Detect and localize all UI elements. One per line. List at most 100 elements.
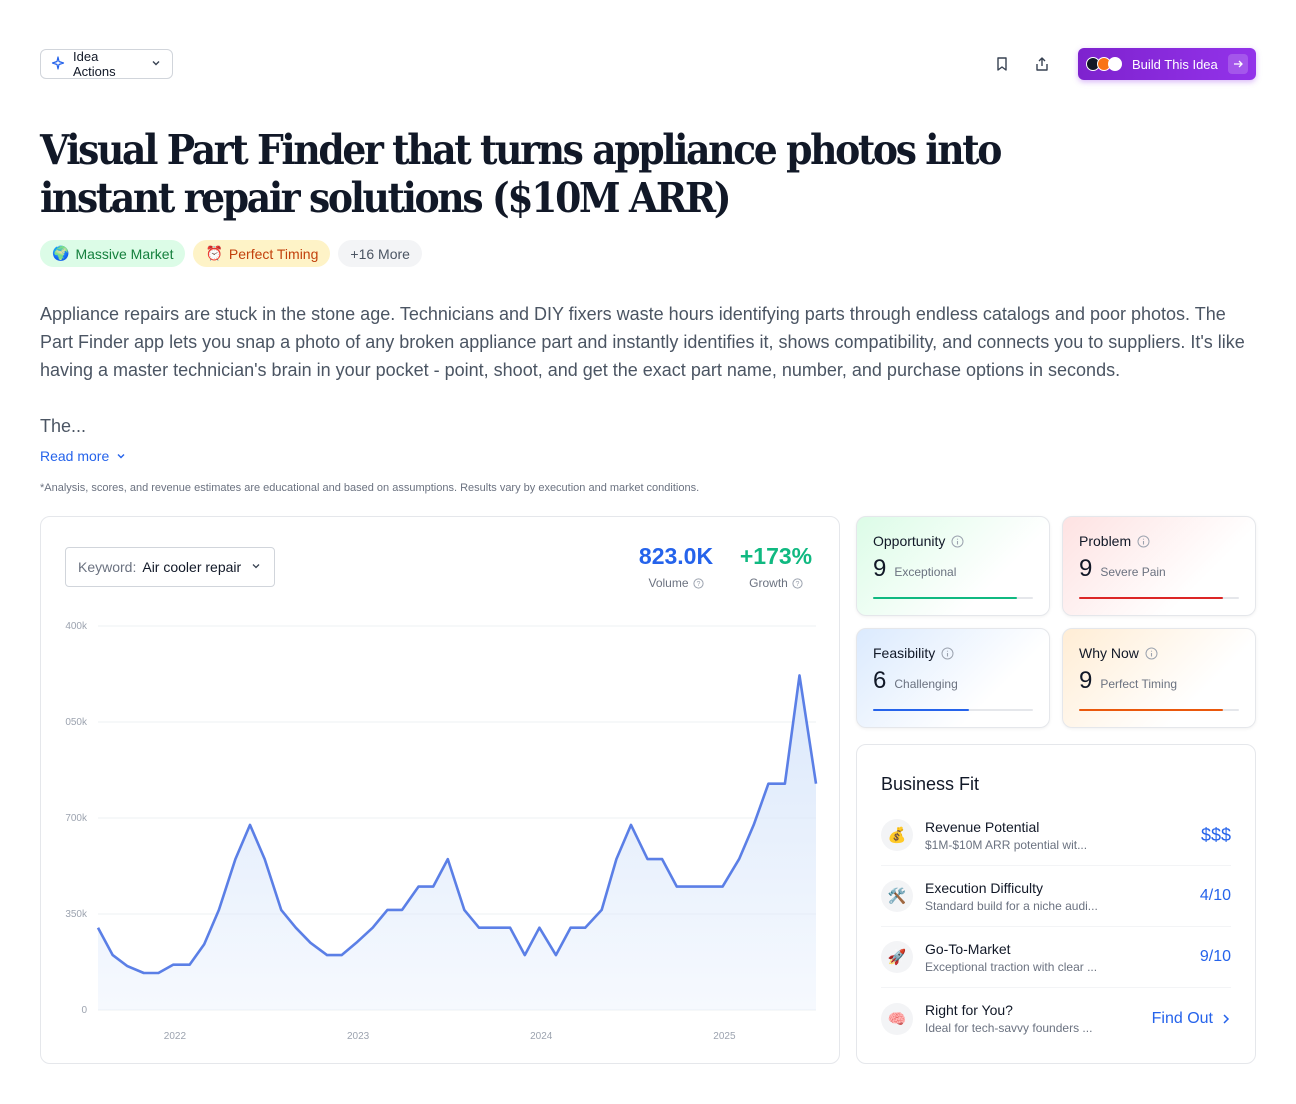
share-button[interactable]: [1030, 52, 1054, 76]
info-icon: [1145, 647, 1158, 659]
tag-label: +16 More: [350, 245, 410, 262]
tag-massive-market[interactable]: 🌍 Massive Market: [40, 240, 186, 267]
score-bar: [1079, 597, 1239, 599]
trend-chart: 0 350k 700k 050k 400k 2022 2023 2024 2025: [65, 621, 818, 1042]
tool-logos: [1086, 57, 1122, 71]
growth-stat: +173% Growth ?: [735, 543, 817, 590]
brain-icon: 🧠: [881, 1002, 913, 1035]
score-bar-fill: [1079, 709, 1223, 711]
row-subtitle: Ideal for tech-savvy founders ...: [925, 1021, 1093, 1035]
find-out-label: Find Out: [1151, 1009, 1213, 1027]
x-tick-label: 2022: [164, 1031, 187, 1042]
feasibility-score-card[interactable]: Feasibility 6 Challenging: [856, 628, 1050, 728]
svg-text:?: ?: [795, 581, 799, 588]
chevron-right-icon: [1223, 1013, 1230, 1024]
score-label: Opportunity: [873, 533, 946, 549]
y-tick-label: 350k: [65, 909, 88, 920]
chevron-down-icon: [117, 454, 125, 459]
row-subtitle: Exceptional traction with clear ...: [925, 959, 1098, 974]
row-title: Go-To-Market: [925, 940, 1011, 957]
chevron-down-icon: [250, 559, 262, 575]
arrow-right-icon: [1228, 54, 1248, 74]
keyword-value: Air cooler repair: [142, 559, 242, 575]
sparkle-icon: [51, 55, 65, 73]
globe-icon: 🌍: [52, 245, 70, 261]
row-value: 4/10: [1199, 887, 1231, 904]
tag-perfect-timing[interactable]: ⏰ Perfect Timing: [193, 240, 331, 267]
business-fit-row-execution[interactable]: 🛠️ Execution Difficulty Standard build f…: [881, 866, 1231, 927]
score-value: 9: [1079, 555, 1093, 582]
row-subtitle: $1M-$10M ARR potential wit...: [925, 837, 1088, 852]
x-tick-label: 2024: [530, 1031, 553, 1042]
business-fit-row-gtm[interactable]: 🚀 Go-To-Market Exceptional traction with…: [881, 927, 1231, 988]
growth-label: Growth: [749, 576, 788, 590]
tag-more[interactable]: +16 More: [338, 240, 422, 267]
row-title: Revenue Potential: [925, 818, 1040, 835]
description-paragraph: The...: [40, 416, 87, 436]
score-bar: [873, 597, 1033, 599]
build-label: Build This Idea: [1132, 56, 1218, 72]
x-tick-label: 2023: [347, 1031, 370, 1042]
rocket-icon: 🚀: [881, 941, 913, 973]
y-tick-label: 0: [81, 1005, 87, 1016]
row-title: Execution Difficulty: [925, 879, 1044, 896]
alarm-clock-icon: ⏰: [205, 245, 223, 261]
score-value: 9: [873, 555, 887, 582]
idea-actions-dropdown[interactable]: Idea Actions: [40, 49, 173, 79]
read-more-label: Read more: [40, 448, 110, 464]
logo-icon: [1108, 57, 1122, 71]
score-desc: Severe Pain: [1100, 565, 1166, 579]
info-icon: [1137, 535, 1150, 547]
volume-value: 823.0K: [638, 543, 714, 569]
score-bar-fill: [873, 597, 1017, 599]
y-tick-label: 400k: [65, 621, 88, 632]
y-tick-label: 050k: [65, 717, 88, 728]
disclaimer: *Analysis, scores, and revenue estimates…: [40, 482, 700, 494]
money-bag-icon: 💰: [881, 819, 913, 851]
series-area: [98, 675, 816, 1010]
score-desc: Exceptional: [894, 565, 957, 579]
keyword-select[interactable]: Keyword: Air cooler repair: [65, 547, 275, 587]
find-out-link[interactable]: Find Out: [1152, 1010, 1231, 1028]
volume-label: Volume: [648, 576, 689, 590]
idea-title: Visual Part Finder that turns appliance …: [40, 126, 1002, 222]
opportunity-score-card[interactable]: Opportunity 9 Exceptional: [856, 516, 1050, 616]
help-icon: ?: [692, 577, 704, 589]
business-fit-row-revenue[interactable]: 💰 Revenue Potential $1M-$10M ARR potenti…: [881, 805, 1231, 866]
row-value: 9/10: [1199, 948, 1231, 965]
share-icon: [1036, 57, 1048, 71]
score-bar-fill: [873, 709, 969, 711]
score-bar-fill: [1079, 597, 1223, 599]
tools-icon: 🛠️: [881, 880, 913, 912]
tag-label: Perfect Timing: [228, 245, 319, 262]
row-title: Right for You?: [925, 1002, 1013, 1018]
bookmark-button[interactable]: [990, 52, 1014, 76]
score-label: Problem: [1079, 533, 1132, 549]
chevron-down-icon: [150, 57, 162, 72]
score-value: 6: [873, 667, 887, 694]
svg-text:?: ?: [696, 581, 700, 588]
score-desc: Challenging: [894, 677, 958, 691]
growth-value: +173%: [739, 543, 813, 569]
score-value: 9: [1079, 667, 1093, 694]
row-subtitle: Standard build for a niche audi...: [925, 898, 1098, 913]
row-value: $$$: [1200, 824, 1231, 845]
tag-list: 🌍 Massive Market ⏰ Perfect Timing +16 Mo…: [40, 240, 422, 267]
why-now-score-card[interactable]: Why Now 9 Perfect Timing: [1062, 628, 1256, 728]
business-fit-card: Business Fit 💰 Revenue Potential $1M-$10…: [856, 744, 1256, 1064]
description-paragraph: Appliance repairs are stuck in the stone…: [40, 304, 1245, 380]
build-this-idea-button[interactable]: Build This Idea: [1078, 48, 1256, 80]
score-bar: [1079, 709, 1239, 711]
score-bar: [873, 709, 1033, 711]
help-icon: ?: [792, 577, 803, 589]
read-more-link[interactable]: Read more: [40, 448, 127, 464]
keyword-label: Keyword:: [78, 559, 137, 575]
bookmark-icon: [997, 57, 1007, 71]
business-fit-row-right-for-you[interactable]: 🧠 Right for You? Ideal for tech-savvy fo…: [881, 988, 1231, 1049]
business-fit-title: Business Fit: [881, 774, 980, 794]
info-icon: [951, 535, 964, 547]
info-icon: [941, 647, 954, 659]
idea-actions-label: Idea Actions: [73, 49, 116, 79]
top-bar: Idea Actions Build This Idea: [40, 48, 1256, 80]
problem-score-card[interactable]: Problem 9 Severe Pain: [1062, 516, 1256, 616]
